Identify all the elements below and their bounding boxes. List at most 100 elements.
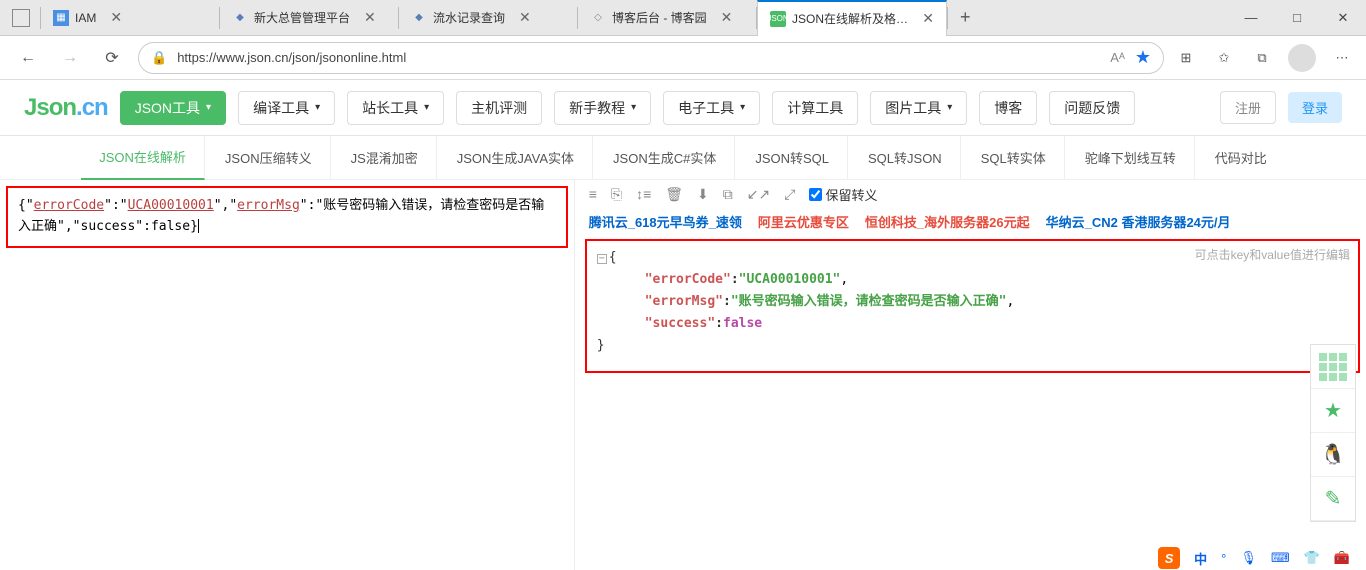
reading-mode-icon[interactable]: Aᴬ [1110, 50, 1125, 65]
chevron-down-icon: ▾ [631, 102, 636, 113]
ad-link[interactable]: 恒创科技_海外服务器26元起 [865, 212, 1030, 231]
subnav-json-csharp[interactable]: JSON生成C#实体 [595, 136, 735, 180]
close-icon[interactable]: ✕ [519, 9, 531, 26]
favorites-icon[interactable]: ✩ [1212, 46, 1236, 70]
tab-json[interactable]: JSON JSON在线解析及格式化验证 ✕ [757, 0, 947, 36]
ime-toolbox-icon[interactable]: 🧰 [1334, 550, 1350, 566]
edit-tip: 可点击key和value值进行编辑 [1195, 246, 1350, 263]
new-tab-button[interactable]: + [948, 7, 983, 28]
subnav-json-parse[interactable]: JSON在线解析 [81, 136, 205, 180]
ime-skin-icon[interactable]: 👕 [1304, 550, 1320, 566]
output-key[interactable]: "errorMsg" [645, 294, 723, 309]
profile-avatar[interactable] [1288, 44, 1316, 72]
keep-escape-checkbox[interactable]: 保留转义 [809, 185, 877, 204]
output-pane: ≡ ⎘ ↕≡ 🗑 ⬇ ⧉ ↙↗ ⤢ 保留转义 腾讯云_618元早鸟券_速领 阿里… [574, 180, 1366, 570]
main-content: {"errorCode":"UCA00010001","errorMsg":"账… [0, 180, 1366, 570]
ime-voice-icon[interactable]: 🎙 [1240, 550, 1257, 566]
ad-link[interactable]: 阿里云优惠专区 [758, 212, 849, 231]
trash-icon[interactable]: 🗑 [665, 186, 683, 203]
output-value[interactable]: "账号密码输入错误，请检查密码是否输入正确" [731, 294, 1007, 309]
favorite-button[interactable]: ★ [1311, 389, 1355, 433]
ime-keyboard-icon[interactable]: ⌨ [1271, 550, 1290, 566]
favorite-icon[interactable]: ★ [1135, 47, 1151, 68]
subnav: JSON在线解析 JSON压缩转义 JS混淆加密 JSON生成JAVA实体 JS… [0, 136, 1366, 180]
subnav-camel[interactable]: 驼峰下划线互转 [1067, 136, 1195, 180]
extensions-icon[interactable]: ⊞ [1174, 46, 1198, 70]
nav-webmaster-tools[interactable]: 站长工具▾ [347, 91, 444, 125]
indent-icon[interactable]: ↕≡ [636, 186, 651, 202]
output-value[interactable]: false [723, 316, 762, 331]
tab-admin[interactable]: ◆ 新大总管管理平台 ✕ [220, 0, 398, 36]
chevron-down-icon: ▾ [740, 102, 745, 113]
sogou-icon[interactable]: S [1158, 547, 1180, 569]
favicon-icon: ▦ [53, 10, 69, 26]
close-button[interactable]: ✕ [1320, 0, 1366, 36]
register-button[interactable]: 注册 [1220, 91, 1276, 124]
nav-feedback[interactable]: 问题反馈 [1049, 91, 1135, 125]
ime-toolbar: S 中 ° 🎙 ⌨ 👕 🧰 [1148, 546, 1360, 570]
subnav-sql-entity[interactable]: SQL转实体 [963, 136, 1065, 180]
subnav-diff[interactable]: 代码对比 [1197, 136, 1285, 180]
feedback-button[interactable]: ✎ [1311, 477, 1355, 521]
duplicate-icon[interactable]: ⧉ [723, 186, 733, 203]
output-key[interactable]: "errorCode" [645, 272, 731, 287]
forward-button[interactable]: → [54, 42, 86, 74]
tab-title: 博客后台 - 博客园 [612, 9, 707, 26]
ads-row: 腾讯云_618元早鸟券_速领 阿里云优惠专区 恒创科技_海外服务器26元起 华纳… [579, 208, 1366, 239]
nav-etools[interactable]: 电子工具▾ [663, 91, 760, 125]
subnav-json-compress[interactable]: JSON压缩转义 [207, 136, 331, 180]
json-input[interactable]: {"errorCode":"UCA00010001","errorMsg":"账… [6, 186, 568, 248]
close-icon[interactable]: ✕ [110, 9, 122, 26]
back-button[interactable]: ← [12, 42, 44, 74]
ime-lang[interactable]: 中 [1194, 549, 1207, 568]
address-bar: ← → ⟳ 🔒 https://www.json.cn/json/jsononl… [0, 36, 1366, 80]
login-button[interactable]: 登录 [1288, 92, 1342, 123]
tab-iam[interactable]: ▦ IAM ✕ [41, 0, 219, 36]
favicon-icon: ◆ [411, 10, 427, 26]
minimize-button[interactable]: — [1228, 0, 1274, 36]
chevron-down-icon: ▾ [206, 102, 211, 113]
tab-blog[interactable]: ◇ 博客后台 - 博客园 ✕ [578, 0, 756, 36]
tab-flow[interactable]: ◆ 流水记录查询 ✕ [399, 0, 577, 36]
nav-blog[interactable]: 博客 [979, 91, 1037, 125]
ad-link[interactable]: 华纳云_CN2 香港服务器24元/月 [1046, 212, 1231, 231]
output-key[interactable]: "success" [645, 316, 715, 331]
browser-tab-strip: ▦ IAM ✕ ◆ 新大总管管理平台 ✕ ◆ 流水记录查询 ✕ ◇ 博客后台 -… [0, 0, 1366, 36]
nav-host-review[interactable]: 主机评测 [456, 91, 542, 125]
output-value[interactable]: "UCA00010001" [739, 272, 841, 287]
qq-button[interactable]: 🐧 [1311, 433, 1355, 477]
url-input[interactable]: 🔒 https://www.json.cn/json/jsononline.ht… [138, 42, 1164, 74]
window-menu-icon[interactable] [12, 9, 30, 27]
view-icon[interactable]: ≡ [589, 186, 597, 202]
maximize-button[interactable]: □ [1274, 0, 1320, 36]
site-logo[interactable]: Json.cn [24, 94, 108, 122]
nav-tutorials[interactable]: 新手教程▾ [554, 91, 651, 125]
refresh-button[interactable]: ⟳ [96, 42, 128, 74]
close-icon[interactable]: ✕ [364, 9, 376, 26]
download-icon[interactable]: ⬇ [697, 186, 709, 203]
ime-punct-icon[interactable]: ° [1221, 551, 1226, 566]
url-text: https://www.json.cn/json/jsononline.html [177, 50, 1100, 65]
tab-title: JSON在线解析及格式化验证 [792, 10, 908, 27]
collapse-icon[interactable]: ↙↗ [747, 186, 770, 203]
nav-json-tools[interactable]: JSON工具▾ [120, 91, 226, 125]
expand-icon[interactable]: ⤢ [784, 186, 795, 203]
nav-compile-tools[interactable]: 编译工具▾ [238, 91, 335, 125]
close-icon[interactable]: ✕ [922, 10, 934, 27]
collections-icon[interactable]: ⧉ [1250, 46, 1274, 70]
nav-image-tools[interactable]: 图片工具▾ [870, 91, 967, 125]
favicon-icon: JSON [770, 11, 786, 27]
subnav-js-obfuscate[interactable]: JS混淆加密 [333, 136, 437, 180]
close-icon[interactable]: ✕ [721, 9, 733, 26]
chevron-down-icon: ▾ [424, 102, 429, 113]
chevron-down-icon: ▾ [947, 102, 952, 113]
copy-icon[interactable]: ⎘ [611, 186, 622, 203]
subnav-json-java[interactable]: JSON生成JAVA实体 [439, 136, 593, 180]
nav-calc-tools[interactable]: 计算工具 [772, 91, 858, 125]
qrcode-button[interactable] [1311, 345, 1355, 389]
subnav-sql-json[interactable]: SQL转JSON [850, 136, 961, 180]
more-icon[interactable]: ⋯ [1330, 46, 1354, 70]
subnav-json-sql[interactable]: JSON转SQL [737, 136, 848, 180]
ad-link[interactable]: 腾讯云_618元早鸟券_速领 [589, 212, 742, 231]
collapse-toggle-icon[interactable]: − [597, 254, 607, 264]
